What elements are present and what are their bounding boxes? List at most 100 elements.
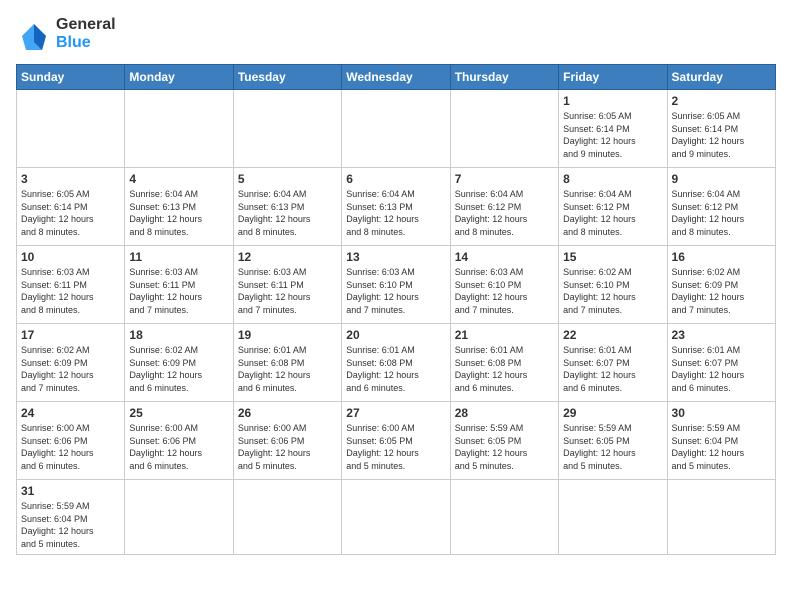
day-number: 10 <box>21 250 120 264</box>
calendar-cell <box>450 90 558 168</box>
calendar-cell: 2Sunrise: 6:05 AM Sunset: 6:14 PM Daylig… <box>667 90 775 168</box>
calendar-cell: 1 Sunrise: 6:05 AM Sunset: 6:14 PM Daylig… <box>559 90 667 168</box>
calendar-cell <box>233 480 341 555</box>
day-number: 16 <box>672 250 771 264</box>
day-header-thursday: Thursday <box>450 65 558 90</box>
calendar-cell: 5Sunrise: 6:04 AM Sunset: 6:13 PM Daylig… <box>233 168 341 246</box>
calendar-cell <box>342 90 450 168</box>
calendar-cell: 10 Sunrise: 6:03 AM Sunset: 6:11 PM Dayli… <box>17 246 125 324</box>
day-info: Sunrise: 6:01 AM Sunset: 6:07 PM Dayligh… <box>563 344 662 394</box>
calendar-cell: 19 Sunrise: 6:01 AM Sunset: 6:08 PM Dayli… <box>233 324 341 402</box>
day-info: Sunrise: 6:00 AM Sunset: 6:06 PM Dayligh… <box>238 422 337 472</box>
calendar-cell: 29Sunrise: 5:59 AM Sunset: 6:05 PM Dayli… <box>559 402 667 480</box>
day-number: 22 <box>563 328 662 342</box>
calendar-cell: 14 Sunrise: 6:03 AM Sunset: 6:10 PM Dayli… <box>450 246 558 324</box>
logo: GeneralBlue <box>16 16 116 52</box>
day-info: Sunrise: 6:05 AM Sunset: 6:14 PM Dayligh… <box>21 188 120 238</box>
day-number: 31 <box>21 484 120 498</box>
day-info: Sunrise: 6:03 AM Sunset: 6:11 PM Dayligh… <box>21 266 120 316</box>
day-number: 2 <box>672 94 771 108</box>
day-number: 14 <box>455 250 554 264</box>
day-number: 17 <box>21 328 120 342</box>
day-info: Sunrise: 6:00 AM Sunset: 6:05 PM Dayligh… <box>346 422 445 472</box>
calendar-week-row: 17Sunrise: 6:02 AM Sunset: 6:09 PM Dayli… <box>17 324 776 402</box>
calendar-cell <box>17 90 125 168</box>
calendar-cell: 30 Sunrise: 5:59 AM Sunset: 6:04 PM Dayli… <box>667 402 775 480</box>
day-info: Sunrise: 6:01 AM Sunset: 6:08 PM Dayligh… <box>238 344 337 394</box>
day-number: 26 <box>238 406 337 420</box>
day-info: Sunrise: 5:59 AM Sunset: 6:04 PM Dayligh… <box>672 422 771 472</box>
day-number: 27 <box>346 406 445 420</box>
day-number: 21 <box>455 328 554 342</box>
calendar-cell: 9 Sunrise: 6:04 AM Sunset: 6:12 PM Daylig… <box>667 168 775 246</box>
day-number: 19 <box>238 328 337 342</box>
day-info: Sunrise: 6:04 AM Sunset: 6:13 PM Dayligh… <box>238 188 337 238</box>
day-number: 7 <box>455 172 554 186</box>
logo-blue-text: Blue <box>56 34 116 52</box>
logo-general-text: General <box>56 16 116 34</box>
calendar-cell: 13 Sunrise: 6:03 AM Sunset: 6:10 PM Dayli… <box>342 246 450 324</box>
day-info: Sunrise: 6:05 AM Sunset: 6:14 PM Dayligh… <box>563 110 662 160</box>
day-info: Sunrise: 6:00 AM Sunset: 6:06 PM Dayligh… <box>129 422 228 472</box>
day-info: Sunrise: 6:04 AM Sunset: 6:12 PM Dayligh… <box>672 188 771 238</box>
day-info: Sunrise: 6:01 AM Sunset: 6:08 PM Dayligh… <box>455 344 554 394</box>
day-number: 13 <box>346 250 445 264</box>
calendar-cell <box>342 480 450 555</box>
calendar-cell <box>450 480 558 555</box>
day-header-wednesday: Wednesday <box>342 65 450 90</box>
day-info: Sunrise: 6:04 AM Sunset: 6:12 PM Dayligh… <box>455 188 554 238</box>
calendar-cell <box>667 480 775 555</box>
day-number: 23 <box>672 328 771 342</box>
day-info: Sunrise: 6:04 AM Sunset: 6:13 PM Dayligh… <box>346 188 445 238</box>
day-number: 28 <box>455 406 554 420</box>
calendar-cell: 15Sunrise: 6:02 AM Sunset: 6:10 PM Dayli… <box>559 246 667 324</box>
calendar-cell: 23 Sunrise: 6:01 AM Sunset: 6:07 PM Dayli… <box>667 324 775 402</box>
calendar-week-row: 3 Sunrise: 6:05 AM Sunset: 6:14 PM Daylig… <box>17 168 776 246</box>
day-number: 20 <box>346 328 445 342</box>
calendar-page: GeneralBlue SundayMondayTuesdayWednesday… <box>0 0 792 612</box>
calendar-cell: 3 Sunrise: 6:05 AM Sunset: 6:14 PM Daylig… <box>17 168 125 246</box>
day-info: Sunrise: 6:03 AM Sunset: 6:10 PM Dayligh… <box>455 266 554 316</box>
day-info: Sunrise: 6:01 AM Sunset: 6:08 PM Dayligh… <box>346 344 445 394</box>
calendar-cell <box>125 480 233 555</box>
calendar-cell: 25Sunrise: 6:00 AM Sunset: 6:06 PM Dayli… <box>125 402 233 480</box>
day-number: 11 <box>129 250 228 264</box>
calendar-cell: 16Sunrise: 6:02 AM Sunset: 6:09 PM Dayli… <box>667 246 775 324</box>
day-number: 29 <box>563 406 662 420</box>
day-number: 4 <box>129 172 228 186</box>
calendar-header-row: SundayMondayTuesdayWednesdayThursdayFrid… <box>17 65 776 90</box>
calendar-table: SundayMondayTuesdayWednesdayThursdayFrid… <box>16 64 776 555</box>
calendar-cell <box>233 90 341 168</box>
day-info: Sunrise: 6:04 AM Sunset: 6:13 PM Dayligh… <box>129 188 228 238</box>
day-header-friday: Friday <box>559 65 667 90</box>
day-number: 3 <box>21 172 120 186</box>
day-header-tuesday: Tuesday <box>233 65 341 90</box>
day-header-sunday: Sunday <box>17 65 125 90</box>
calendar-week-row: 10 Sunrise: 6:03 AM Sunset: 6:11 PM Dayli… <box>17 246 776 324</box>
day-info: Sunrise: 5:59 AM Sunset: 6:04 PM Dayligh… <box>21 500 120 550</box>
day-info: Sunrise: 6:04 AM Sunset: 6:12 PM Dayligh… <box>563 188 662 238</box>
day-number: 8 <box>563 172 662 186</box>
calendar-week-row: 1 Sunrise: 6:05 AM Sunset: 6:14 PM Daylig… <box>17 90 776 168</box>
calendar-cell: 6 Sunrise: 6:04 AM Sunset: 6:13 PM Daylig… <box>342 168 450 246</box>
day-info: Sunrise: 6:00 AM Sunset: 6:06 PM Dayligh… <box>21 422 120 472</box>
calendar-cell: 31 Sunrise: 5:59 AM Sunset: 6:04 PM Dayli… <box>17 480 125 555</box>
day-info: Sunrise: 6:03 AM Sunset: 6:10 PM Dayligh… <box>346 266 445 316</box>
day-number: 12 <box>238 250 337 264</box>
day-info: Sunrise: 6:03 AM Sunset: 6:11 PM Dayligh… <box>129 266 228 316</box>
day-number: 9 <box>672 172 771 186</box>
day-info: Sunrise: 6:02 AM Sunset: 6:10 PM Dayligh… <box>563 266 662 316</box>
day-number: 1 <box>563 94 662 108</box>
calendar-cell <box>125 90 233 168</box>
day-number: 6 <box>346 172 445 186</box>
calendar-cell: 21 Sunrise: 6:01 AM Sunset: 6:08 PM Dayli… <box>450 324 558 402</box>
calendar-cell: 18Sunrise: 6:02 AM Sunset: 6:09 PM Dayli… <box>125 324 233 402</box>
day-number: 24 <box>21 406 120 420</box>
calendar-cell: 8 Sunrise: 6:04 AM Sunset: 6:12 PM Daylig… <box>559 168 667 246</box>
generalblue-logo-icon <box>16 16 52 52</box>
calendar-cell: 22 Sunrise: 6:01 AM Sunset: 6:07 PM Dayli… <box>559 324 667 402</box>
calendar-cell: 12Sunrise: 6:03 AM Sunset: 6:11 PM Dayli… <box>233 246 341 324</box>
day-info: Sunrise: 6:01 AM Sunset: 6:07 PM Dayligh… <box>672 344 771 394</box>
calendar-cell: 4 Sunrise: 6:04 AM Sunset: 6:13 PM Daylig… <box>125 168 233 246</box>
day-number: 30 <box>672 406 771 420</box>
